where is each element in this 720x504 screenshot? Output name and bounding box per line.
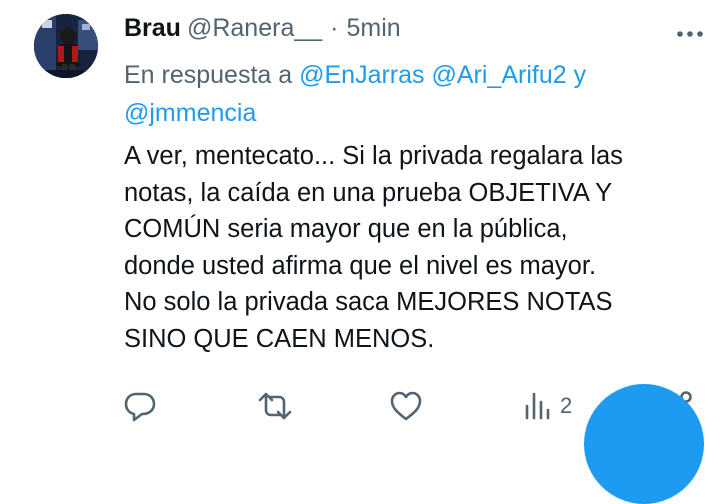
tweet-text-line: No solo la privada saca MEJORES NOTAS — [124, 288, 613, 316]
compose-tweet-button[interactable] — [584, 384, 704, 504]
reply-prefix: En respuesta a — [124, 61, 293, 89]
tweet-header: Brau @Ranera__ · 5min — [124, 14, 703, 48]
bar-chart-icon — [525, 392, 550, 420]
mention-link[interactable]: @EnJarras — [299, 61, 424, 89]
like-button[interactable] — [388, 388, 424, 424]
tweet-text-line: notas, la caída en una prueba OBJETIVA Y — [124, 178, 613, 207]
reply-context: En respuesta a @EnJarras @Ari_Arifu2 y @… — [124, 56, 694, 132]
tweet-content: Brau @Ranera__ · 5min En respuesta a @En… — [124, 14, 703, 357]
mention-join: y — [573, 61, 587, 89]
mention-link[interactable]: @jmmencia — [124, 99, 256, 127]
avatar-image — [34, 14, 98, 78]
reply-button[interactable] — [122, 388, 158, 424]
timestamp[interactable]: 5min — [346, 14, 400, 43]
heart-icon — [390, 391, 422, 421]
tweet-text: A ver, mentecato... Si la privada regala… — [124, 138, 694, 357]
tweet-text-line: COMÚN seria mayor que en la pública, — [124, 215, 568, 243]
tweet-card[interactable]: Brau @Ranera__ · 5min En respuesta a @En… — [0, 0, 720, 504]
author-handle[interactable]: @Ranera__ — [187, 14, 322, 43]
separator-dot: · — [330, 14, 339, 42]
tweet-text-line: donde usted afirma que el nivel es mayor… — [124, 251, 597, 280]
mention-link[interactable]: @Ari_Arifu2 — [432, 61, 567, 89]
avatar[interactable] — [34, 14, 98, 78]
views-button[interactable]: 2 — [522, 388, 572, 424]
views-count: 2 — [560, 393, 573, 418]
author-name[interactable]: Brau — [124, 14, 181, 43]
tweet-text-line: A ver, mentecato... Si la privada regala… — [124, 142, 623, 170]
retweet-button[interactable] — [256, 388, 294, 424]
tweet-text-line: SINO QUE CAEN MENOS. — [124, 324, 435, 353]
comment-icon — [124, 392, 156, 422]
retweet-icon — [258, 392, 292, 420]
more-options-icon[interactable] — [668, 20, 712, 48]
